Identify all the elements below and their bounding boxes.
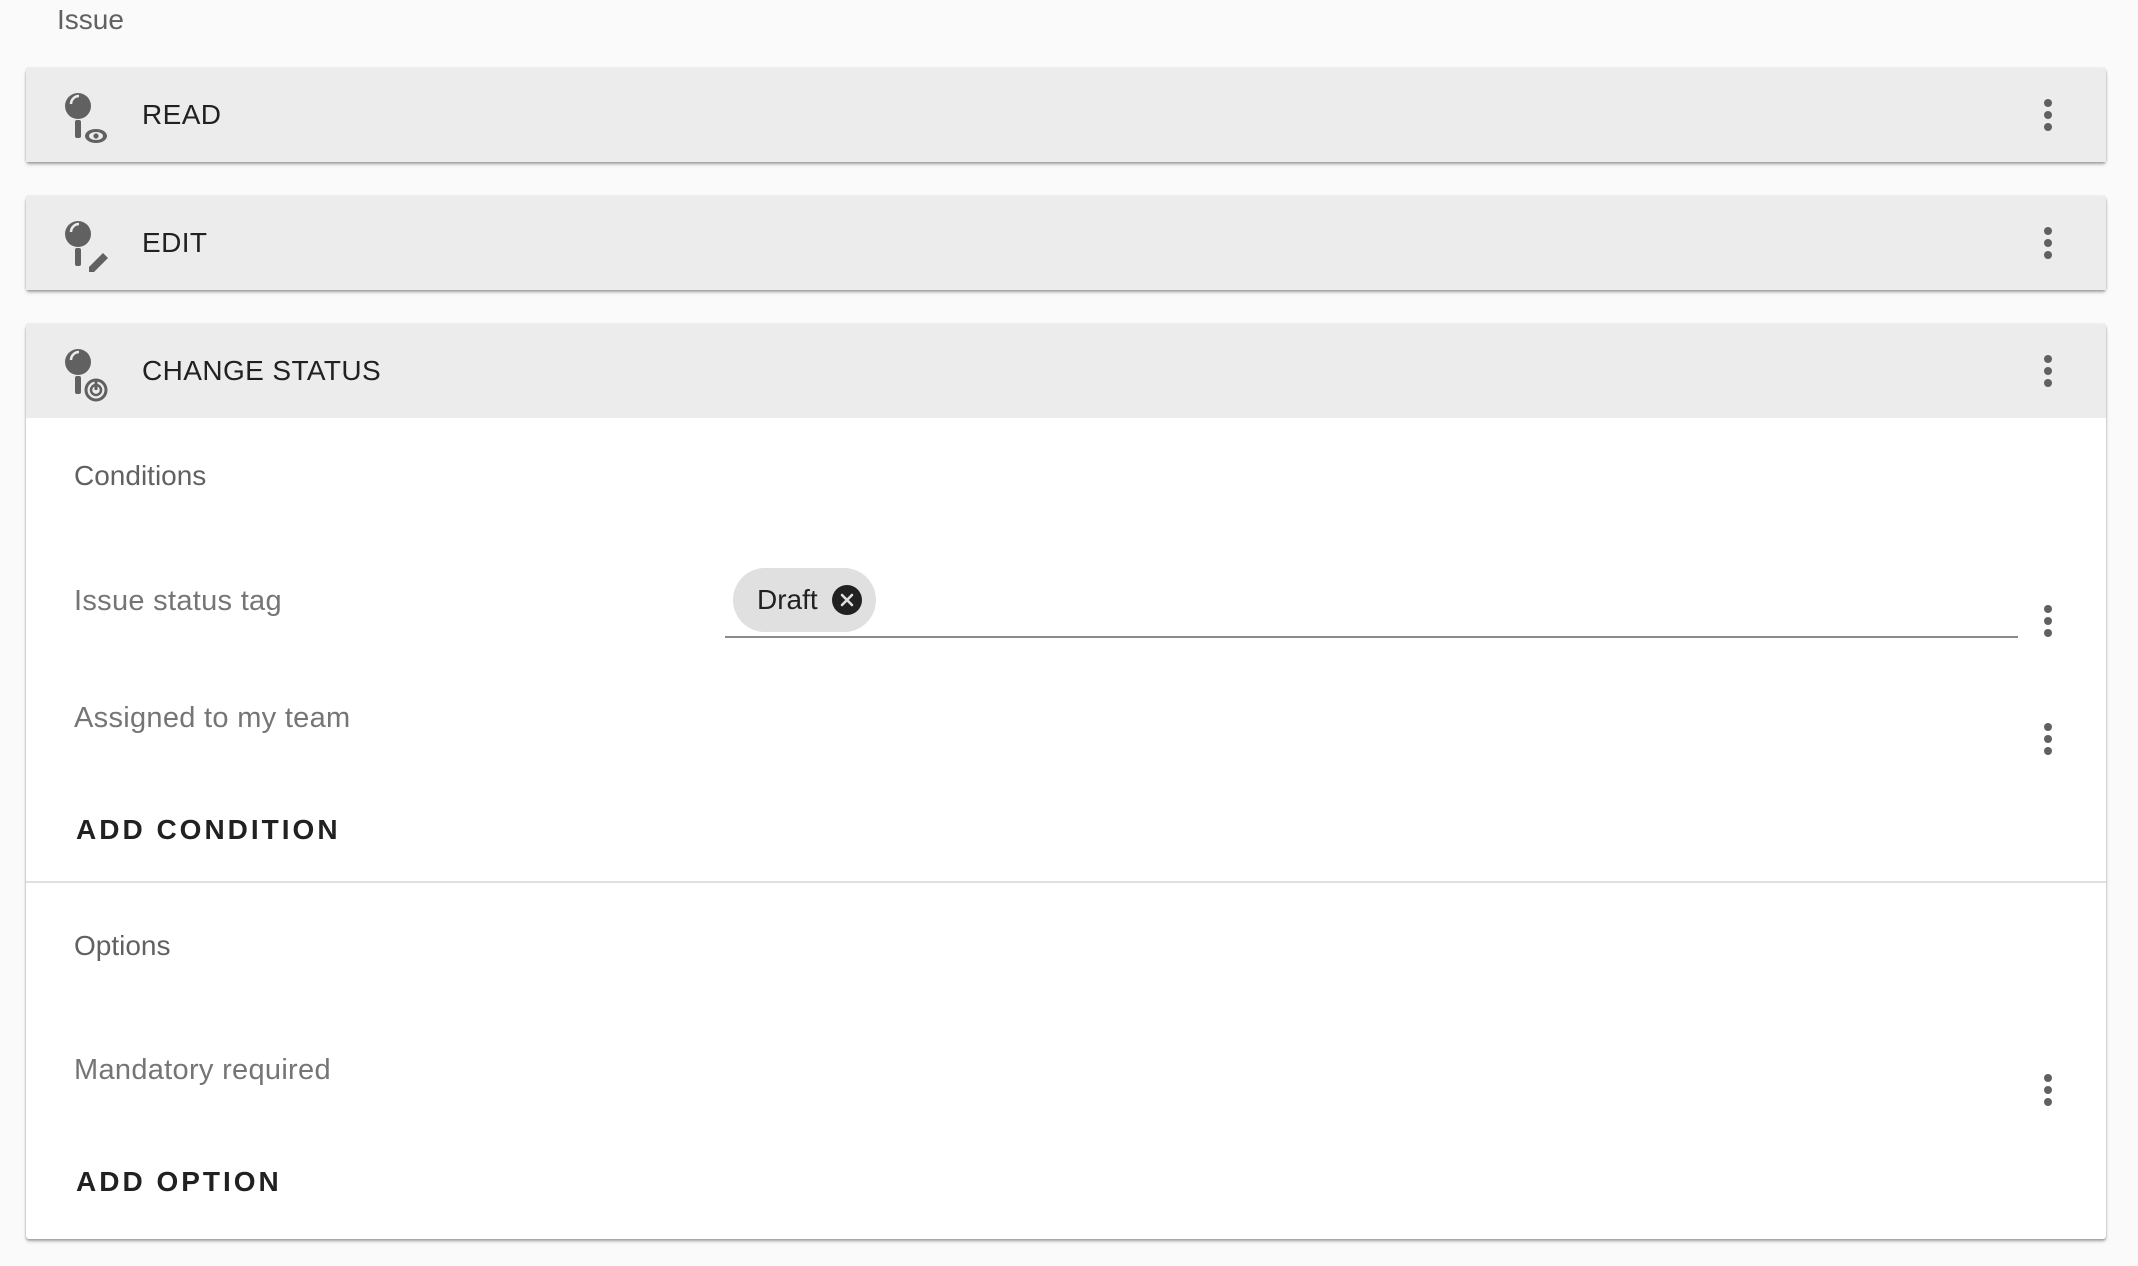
- more-vert-icon[interactable]: [2026, 717, 2070, 761]
- panel-read-title: READ: [142, 99, 222, 130]
- key-edit-icon: [62, 216, 118, 276]
- more-vert-icon[interactable]: [2026, 1068, 2070, 1112]
- panel-edit-header[interactable]: EDIT: [26, 196, 2106, 290]
- condition-label-assigned-to-my-team: Assigned to my team: [74, 702, 351, 734]
- status-chip-draft: Draft: [733, 568, 876, 632]
- panel-change-status-header[interactable]: CHANGE STATUS: [26, 324, 2106, 418]
- panel-read: READ: [26, 68, 2106, 162]
- panel-edit-title: EDIT: [142, 227, 208, 258]
- options-title: Options: [74, 930, 171, 961]
- add-option-button[interactable]: ADD OPTION: [76, 1166, 282, 1198]
- more-vert-icon[interactable]: [2026, 599, 2070, 643]
- panel-change-status: CHANGE STATUS Conditions Issue status ta…: [26, 324, 2106, 1239]
- more-vert-icon[interactable]: [2026, 221, 2070, 265]
- key-view-icon: [62, 88, 118, 148]
- more-vert-icon[interactable]: [2026, 93, 2070, 137]
- close-icon[interactable]: [831, 585, 862, 615]
- section-divider: [26, 881, 2106, 883]
- panel-change-status-title: CHANGE STATUS: [142, 355, 382, 386]
- conditions-title: Conditions: [74, 460, 207, 491]
- issue-status-tag-field[interactable]: Draft: [725, 562, 2018, 638]
- condition-label-issue-status-tag: Issue status tag: [74, 585, 282, 617]
- key-status-icon: [62, 344, 118, 404]
- more-vert-icon[interactable]: [2026, 349, 2070, 393]
- panel-read-header[interactable]: READ: [26, 68, 2106, 162]
- panel-edit: EDIT: [26, 196, 2106, 290]
- option-label-mandatory-required: Mandatory required: [74, 1054, 331, 1086]
- add-condition-button[interactable]: ADD CONDITION: [76, 814, 341, 846]
- chip-label: Draft: [757, 584, 818, 615]
- section-label: Issue: [57, 4, 124, 35]
- permissions-page: Issue READ EDIT CHANGE STATUS Conditions…: [0, 0, 2138, 1266]
